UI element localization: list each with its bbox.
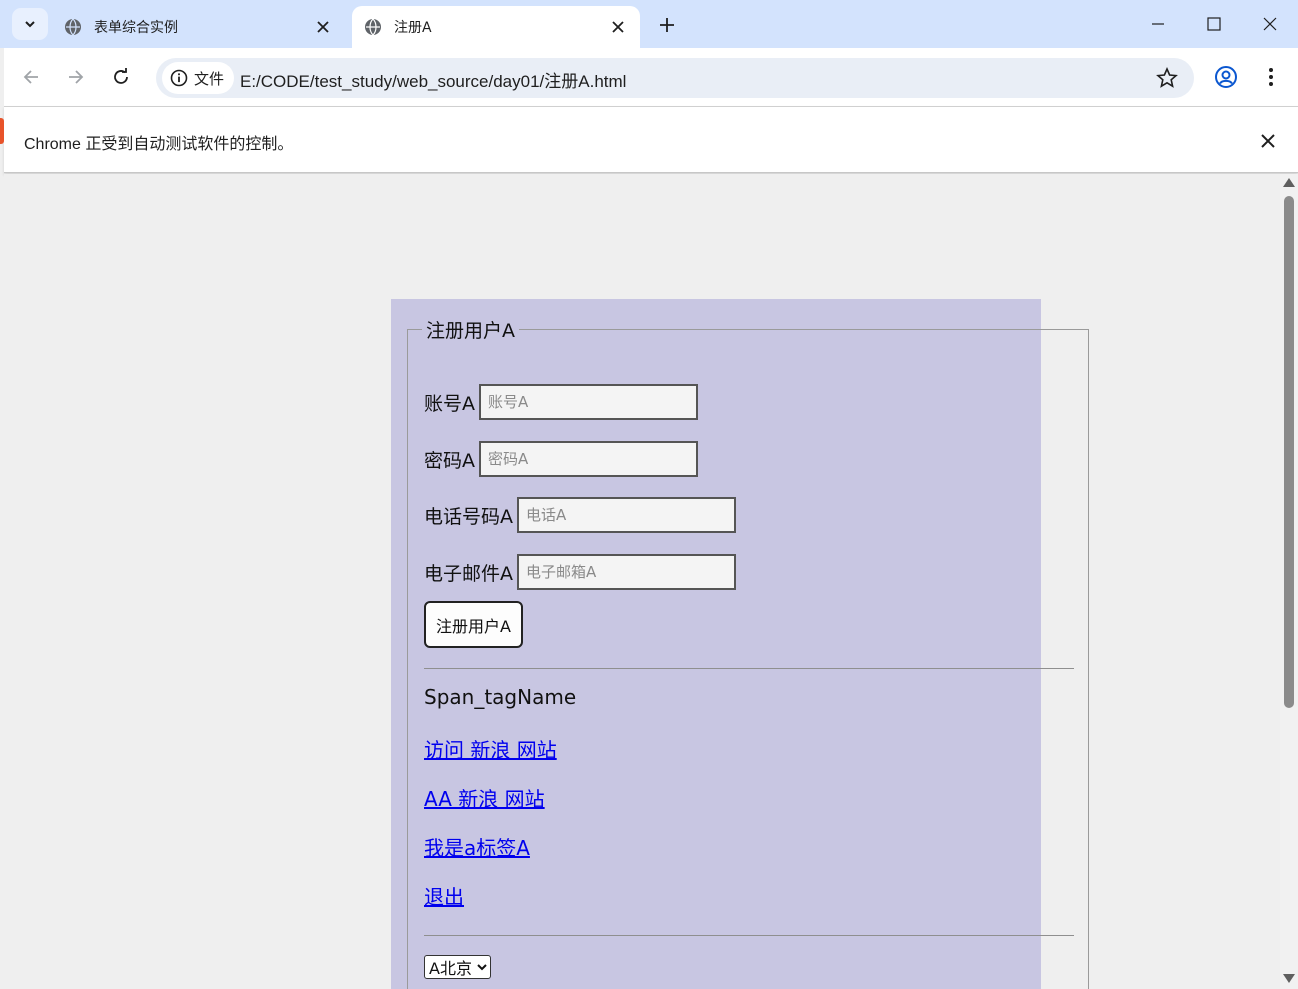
register-submit-button[interactable]: 注册用户A [424, 601, 523, 648]
password-row: 密码A [424, 441, 698, 477]
account-label: 账号A [424, 392, 475, 415]
city-select-value: A北京 [429, 959, 472, 978]
span-text: Span_tagName [424, 685, 577, 709]
minimize-icon [1152, 23, 1164, 25]
site-info-label: 文件 [194, 69, 225, 88]
tab-title: 注册A [394, 20, 432, 36]
phone-row: 电话号码A [424, 497, 736, 533]
link-a-tag[interactable]: 我是a标签A [424, 832, 530, 861]
tab-search-button[interactable] [12, 8, 48, 40]
more-vertical-icon [1269, 68, 1273, 86]
background-window-edge [0, 118, 4, 144]
chevron-down-icon [477, 964, 487, 971]
link-exit[interactable]: 退出 [424, 881, 464, 910]
tab-close-button[interactable] [313, 17, 333, 37]
tab-close-button[interactable] [608, 17, 628, 37]
minimize-button[interactable] [1130, 0, 1186, 48]
scrollbar-thumb[interactable] [1284, 196, 1294, 708]
info-icon [170, 69, 188, 87]
phone-input[interactable] [517, 497, 736, 533]
globe-icon [65, 18, 81, 36]
close-window-button[interactable] [1242, 0, 1298, 48]
account-input[interactable] [479, 384, 698, 420]
vertical-scrollbar[interactable] [1280, 174, 1298, 989]
reload-icon [114, 68, 128, 84]
link-visit-sina[interactable]: 访问 新浪 网站 [424, 734, 557, 763]
tab-form-examples[interactable]: 表单综合实例 [52, 6, 345, 48]
password-input[interactable] [479, 441, 698, 477]
chevron-down-icon [25, 21, 35, 28]
reload-button[interactable] [104, 60, 138, 94]
bookmark-star-icon[interactable] [1156, 67, 1178, 89]
maximize-button[interactable] [1186, 0, 1242, 48]
infobar-message: Chrome 正受到自动测试软件的控制。 [24, 136, 294, 153]
menu-button[interactable] [1256, 62, 1286, 92]
fieldset-legend: 注册用户A [426, 320, 515, 342]
page-viewport: 注册用户A 账号A 密码A 电话号码A 电子邮件A 注册用户A Span_tag… [4, 174, 1280, 989]
forward-button[interactable] [59, 60, 93, 94]
close-icon[interactable] [1258, 131, 1278, 151]
email-input[interactable] [517, 554, 736, 590]
browser-window: 表单综合实例 注册A 文件 E:/CODE/test_study/web_sou… [0, 0, 1298, 989]
city-select[interactable]: A北京 [424, 955, 491, 979]
globe-icon [365, 18, 381, 36]
divider [424, 668, 1074, 669]
scroll-down-arrow-icon[interactable] [1283, 974, 1295, 983]
account-row: 账号A [424, 384, 698, 420]
profile-icon [1215, 66, 1237, 88]
arrow-right-icon [69, 70, 84, 84]
register-fieldset: 注册用户A 账号A 密码A 电话号码A 电子邮件A 注册用户A Span_tag… [407, 316, 1089, 989]
scroll-up-arrow-icon[interactable] [1283, 178, 1295, 187]
new-tab-button[interactable] [652, 10, 682, 40]
link-aa-sina[interactable]: AA 新浪 网站 [424, 783, 545, 812]
tab-register-a[interactable]: 注册A [352, 6, 640, 48]
profile-button[interactable] [1211, 62, 1241, 92]
back-button[interactable] [14, 60, 48, 94]
close-icon [1263, 17, 1277, 31]
url-text[interactable]: E:/CODE/test_study/web_source/day01/注册A.… [240, 67, 626, 92]
site-info-chip[interactable]: 文件 [162, 62, 235, 94]
close-icon [317, 21, 329, 33]
divider [424, 935, 1074, 936]
phone-label: 电话号码A [424, 505, 513, 528]
arrow-left-icon [23, 70, 38, 84]
browser-toolbar: 文件 E:/CODE/test_study/web_source/day01/注… [4, 48, 1298, 106]
automation-infobar: Chrome 正受到自动测试软件的控制。 [4, 106, 1298, 173]
plus-icon [660, 18, 674, 32]
email-label: 电子邮件A [424, 562, 513, 585]
password-label: 密码A [424, 449, 475, 472]
address-bar[interactable]: 文件 E:/CODE/test_study/web_source/day01/注… [156, 58, 1194, 98]
tab-strip: 表单综合实例 注册A [0, 0, 1298, 48]
close-icon [612, 21, 624, 33]
tab-title: 表单综合实例 [94, 20, 178, 36]
email-row: 电子邮件A [424, 554, 736, 590]
maximize-icon [1207, 17, 1221, 31]
